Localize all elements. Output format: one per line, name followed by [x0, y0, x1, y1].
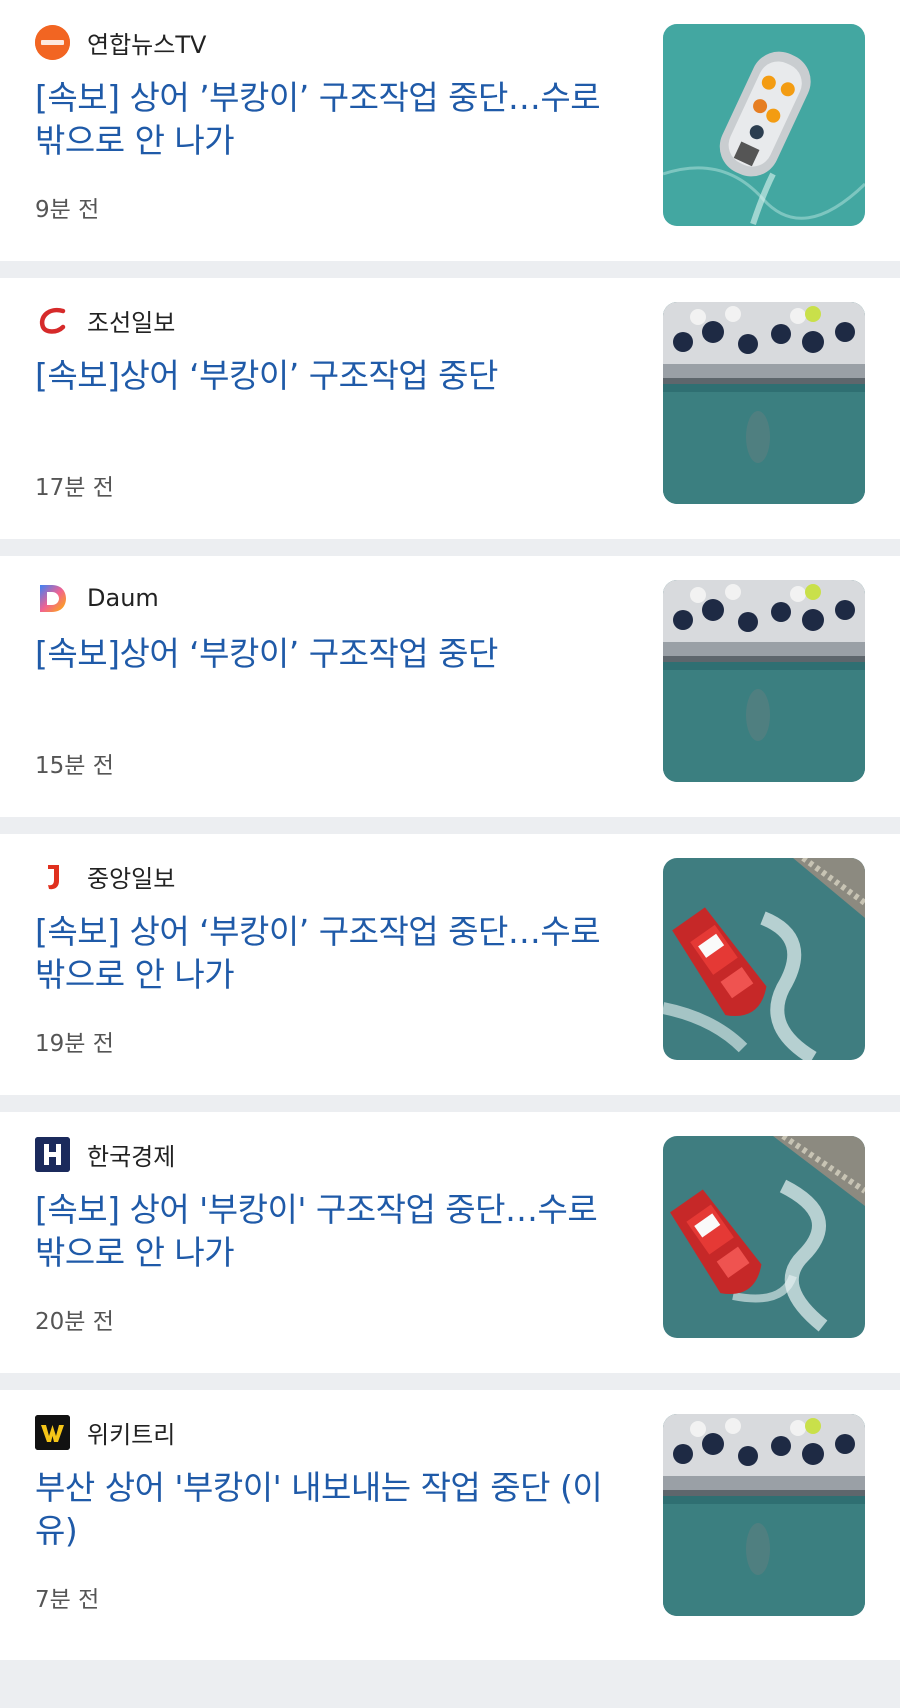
article-time: 7분 전 [35, 1587, 100, 1613]
source-name: 조선일보 [87, 308, 176, 337]
article-time: 15분 전 [35, 753, 114, 779]
article-title[interactable]: [속보] 상어 ‘부캉이’ 구조작업 중단…수로 밖으로 안 나가 [35, 910, 625, 996]
wikitree-logo-icon [35, 1414, 70, 1450]
news-source[interactable]: 연합뉴스TV [35, 24, 206, 60]
news-source[interactable]: 한국경제 [35, 1136, 175, 1172]
article-title[interactable]: [속보]상어 ‘부캉이’ 구조작업 중단 [35, 354, 625, 397]
joongang-logo-icon [35, 859, 70, 894]
article-title[interactable]: [속보]상어 ‘부캉이’ 구조작업 중단 [35, 632, 625, 675]
pier-crowd-shark-image[interactable] [663, 302, 865, 504]
news-feed: 연합뉴스TV [속보] 상어 ’부캉이’ 구조작업 중단…수로 밖으로 안 나가… [0, 0, 900, 1660]
news-card[interactable]: Daum [속보]상어 ‘부캉이’ 구조작업 중단 15분 전 [0, 556, 900, 817]
daum-logo-icon [35, 581, 70, 616]
source-name: 연합뉴스TV [87, 30, 207, 59]
article-time: 9분 전 [35, 197, 100, 223]
article-time: 19분 전 [35, 1031, 114, 1057]
news-card[interactable]: 연합뉴스TV [속보] 상어 ’부캉이’ 구조작업 중단…수로 밖으로 안 나가… [0, 0, 900, 261]
source-name: Daum [87, 584, 159, 612]
news-card[interactable]: 위키트리 부산 상어 '부캉이' 내보내는 작업 중단 (이유) 7분 전 [0, 1390, 900, 1660]
news-source[interactable]: 위키트리 [35, 1414, 175, 1450]
pier-crowd-shark-image[interactable] [663, 1414, 865, 1616]
news-card[interactable]: 한국경제 [속보] 상어 '부캉이' 구조작업 중단…수로 밖으로 안 나가 2… [0, 1112, 900, 1373]
source-name: 한국경제 [87, 1142, 176, 1171]
news-source[interactable]: 중앙일보 [35, 858, 175, 894]
red-boat-image[interactable] [663, 858, 865, 1060]
boat-rescue-image[interactable] [663, 24, 865, 226]
source-name: 위키트리 [87, 1420, 176, 1449]
news-source[interactable]: 조선일보 [35, 302, 175, 338]
article-title[interactable]: [속보] 상어 '부캉이' 구조작업 중단…수로 밖으로 안 나가 [35, 1188, 625, 1274]
article-title[interactable]: 부산 상어 '부캉이' 내보내는 작업 중단 (이유) [35, 1466, 625, 1552]
hankyung-logo-icon [35, 1136, 70, 1172]
article-time: 17분 전 [35, 475, 114, 501]
chosun-logo-icon [35, 303, 70, 338]
news-source[interactable]: Daum [35, 580, 159, 616]
article-time: 20분 전 [35, 1309, 114, 1335]
red-boat-image[interactable] [663, 1136, 865, 1338]
news-card[interactable]: 조선일보 [속보]상어 ‘부캉이’ 구조작업 중단 17분 전 [0, 278, 900, 539]
pier-crowd-shark-image[interactable] [663, 580, 865, 782]
source-name: 중앙일보 [87, 864, 176, 893]
article-title[interactable]: [속보] 상어 ’부캉이’ 구조작업 중단…수로 밖으로 안 나가 [35, 76, 625, 162]
news-card[interactable]: 중앙일보 [속보] 상어 ‘부캉이’ 구조작업 중단…수로 밖으로 안 나가 1… [0, 834, 900, 1095]
yonhap-tv-logo-icon [35, 24, 70, 60]
